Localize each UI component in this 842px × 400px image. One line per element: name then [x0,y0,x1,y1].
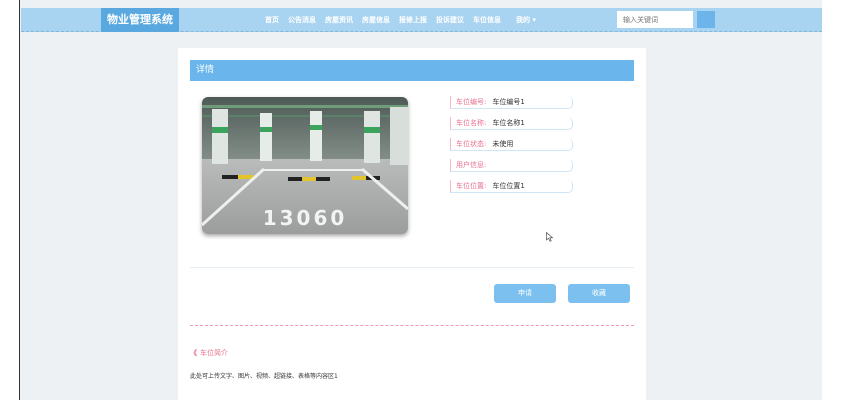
nav-home[interactable]: 首页 [265,15,279,25]
field-user-info: 用户信息: [450,159,573,172]
page: 物业管理系统 首页 公告消息 房屋资讯 房屋信息 报修上报 投诉建议 车位信息 … [0,0,842,400]
field-space-location: 车位位置: 车位位置1 [450,180,573,193]
field-label: 车位编号: [456,98,487,106]
bracket-icon: 《 [190,349,197,357]
favorite-button[interactable]: 收藏 [568,284,630,303]
search-button[interactable] [697,11,715,28]
nav-house-info[interactable]: 房屋信息 [362,15,390,25]
mouse-pointer-icon [546,232,554,242]
search-input[interactable] [617,11,693,28]
field-space-number: 车位编号: 车位编号1 [450,96,573,109]
info-fields: 车位编号: 车位编号1 车位名称: 车位名称1 车位状态: 未使用 用户信息: 车位位… [450,96,573,201]
nav-complaints[interactable]: 投诉建议 [436,15,464,25]
nav-house-news[interactable]: 房屋资讯 [325,15,353,25]
field-label: 用户信息: [456,161,487,169]
main-nav: 首页 公告消息 房屋资讯 房屋信息 报修上报 投诉建议 车位信息 我的 ▾ [265,8,545,32]
parking-garage-image: 13060 [202,97,408,234]
field-value: 车位名称1 [492,119,525,127]
field-value: 车位编号1 [492,98,525,106]
field-value: 车位位置1 [492,182,525,190]
nav-mine-label: 我的 [516,16,530,24]
detail-title: 详情 [190,60,634,81]
description-text: 此处可上传文字、图片、视频、超链接、表格等内容区1 [190,373,338,380]
chevron-down-icon: ▾ [532,16,536,24]
top-navigation-bar: 物业管理系统 首页 公告消息 房屋资讯 房屋信息 报修上报 投诉建议 车位信息 … [21,8,822,32]
dashed-divider [190,325,634,326]
field-label: 车位状态: [456,140,487,148]
parking-space-number: 13060 [263,206,348,230]
nav-parking-info[interactable]: 车位信息 [473,15,501,25]
apply-button[interactable]: 申请 [494,284,556,303]
parking-photo: 13060 [202,97,408,234]
section-heading: 《车位简介 [190,348,228,358]
nav-repair-report[interactable]: 报修上报 [399,15,427,25]
site-logo[interactable]: 物业管理系统 [101,8,179,32]
left-frame [0,0,20,400]
divider [190,267,634,268]
nav-announcements[interactable]: 公告消息 [288,15,316,25]
nav-mine-dropdown[interactable]: 我的 ▾ [516,15,536,25]
field-label: 车位名称: [456,119,487,127]
detail-card: 详情 13060 车位编号: 车位编号1 车位名称: 车位名称1 车位状态: 未… [178,48,646,400]
right-frame [822,0,842,400]
section-heading-text: 车位简介 [200,349,228,357]
field-space-name: 车位名称: 车位名称1 [450,117,573,130]
field-label: 车位位置: [456,182,487,190]
field-value: 未使用 [492,140,514,148]
field-space-status: 车位状态: 未使用 [450,138,573,151]
